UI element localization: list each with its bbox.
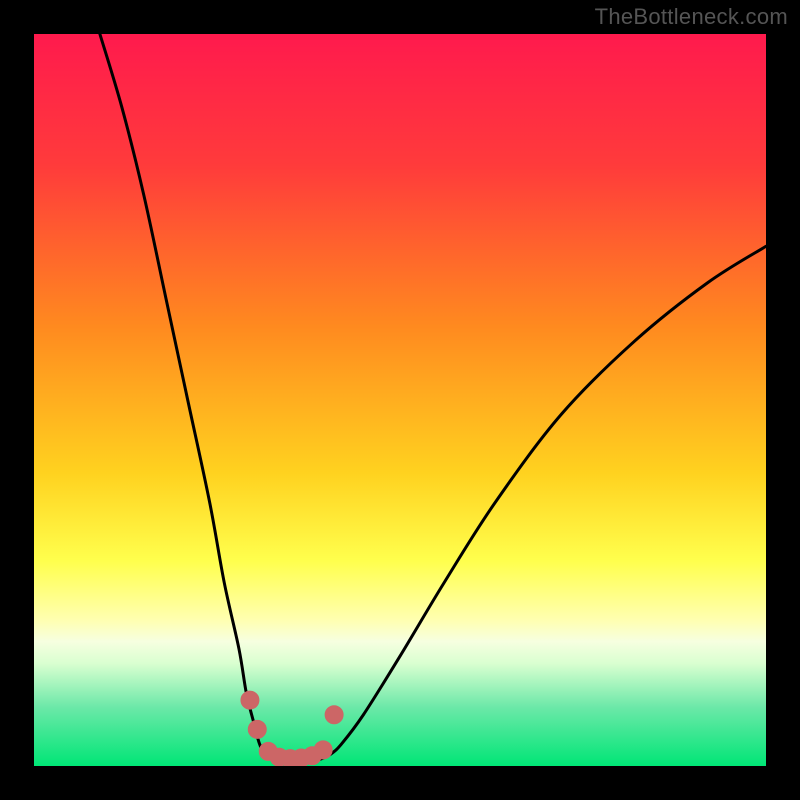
chart-frame: TheBottleneck.com: [0, 0, 800, 800]
watermark-text: TheBottleneck.com: [595, 4, 788, 30]
chart-svg: [34, 34, 766, 766]
plot-area: [34, 34, 766, 766]
marker-dot: [314, 741, 332, 759]
marker-dot: [241, 691, 259, 709]
marker-dot: [325, 706, 343, 724]
marker-dot: [248, 720, 266, 738]
